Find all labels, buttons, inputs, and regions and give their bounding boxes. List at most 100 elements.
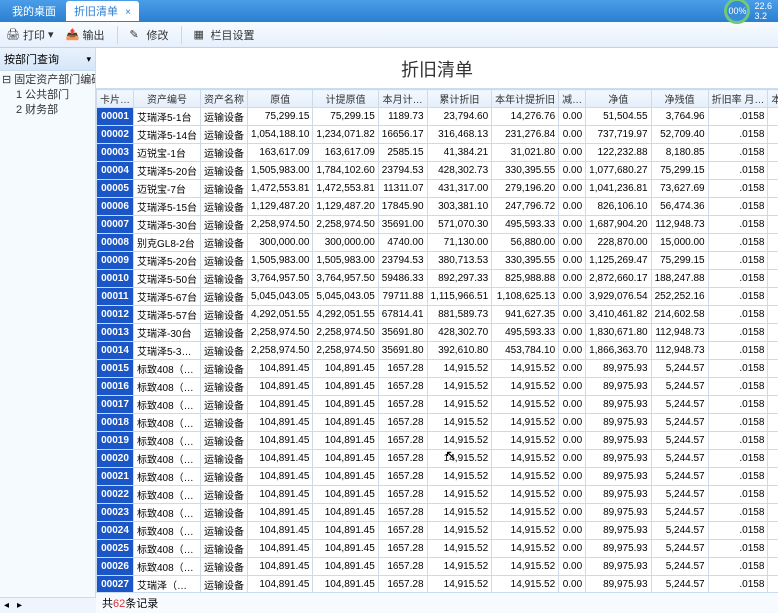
cell: 89,975.93 — [586, 468, 651, 486]
cell: 00007 — [97, 216, 134, 234]
cell: 0.00 — [559, 270, 586, 288]
table-row[interactable]: 00011艾瑞泽5-67台运输设备5,045,043.055,045,043.0… — [97, 288, 778, 306]
cell: 00003 — [97, 144, 134, 162]
cell: 0 — [768, 306, 778, 324]
column-header[interactable]: 本… — [768, 90, 778, 108]
table-row[interactable]: 00010艾瑞泽5-50台运输设备3,764,957.503,764,957.5… — [97, 270, 778, 288]
column-header[interactable]: 折旧率 月… — [708, 90, 768, 108]
table-row[interactable]: 00001艾瑞泽5-1台运输设备75,299.1575,299.151189.7… — [97, 108, 778, 126]
table-row[interactable]: 00003迈锐宝-1台运输设备163,617.09163,617.092585.… — [97, 144, 778, 162]
table-row[interactable]: 00018标致408（…运输设备104,891.45104,891.451657… — [97, 414, 778, 432]
table-row[interactable]: 00025标致408（…运输设备104,891.45104,891.451657… — [97, 540, 778, 558]
export-button[interactable]: 📤 输出 — [66, 27, 105, 43]
table-row[interactable]: 00004艾瑞泽5-20台运输设备1,505,983.001,784,102.6… — [97, 162, 778, 180]
cell: 00023 — [97, 504, 134, 522]
column-header[interactable]: 累计折旧 — [427, 90, 492, 108]
cell: 104,891.45 — [248, 504, 313, 522]
cell: 00021 — [97, 468, 134, 486]
tab-active[interactable]: 折旧清单 × — [66, 1, 139, 21]
column-header[interactable]: 净值 — [586, 90, 651, 108]
cell: 1,472,553.81 — [248, 180, 313, 198]
cell: .0158 — [708, 540, 768, 558]
cell: 1,830,671.80 — [586, 324, 651, 342]
column-header[interactable]: 减… — [559, 90, 586, 108]
cell: 0.00 — [559, 324, 586, 342]
cell: 228,870.00 — [586, 234, 651, 252]
cell: 运输设备 — [201, 360, 248, 378]
table-row[interactable]: 00027艾瑞泽（…运输设备104,891.45104,891.451657.2… — [97, 576, 778, 593]
table-row[interactable]: 00002艾瑞泽5-14台运输设备1,054,188.101,234,071.8… — [97, 126, 778, 144]
cell: 14,915.52 — [492, 378, 559, 396]
column-header[interactable]: 卡片… — [97, 90, 134, 108]
close-icon[interactable]: × — [125, 7, 131, 18]
cell: .0158 — [708, 234, 768, 252]
table-row[interactable]: 00009艾瑞泽5-20台运输设备1,505,983.001,505,983.0… — [97, 252, 778, 270]
table-row[interactable]: 00013艾瑞泽-30台运输设备2,258,974.502,258,974.50… — [97, 324, 778, 342]
column-header[interactable]: 本年计提折旧 — [492, 90, 559, 108]
cell: 14,915.52 — [427, 450, 492, 468]
print-button[interactable]: 🖨 打印▾ — [6, 27, 54, 43]
printer-icon: 🖨 — [6, 28, 20, 42]
cell: 00017 — [97, 396, 134, 414]
table-row[interactable]: 00022标致408（…运输设备104,891.45104,891.451657… — [97, 486, 778, 504]
cell: 330,395.55 — [492, 252, 559, 270]
table-row[interactable]: 00026标致408（…运输设备104,891.45104,891.451657… — [97, 558, 778, 576]
cell: 23,794.60 — [427, 108, 492, 126]
cell: 艾瑞泽5-3… — [134, 342, 201, 360]
cell: 826,106.10 — [586, 198, 651, 216]
table-row[interactable]: 00020标致408（…运输设备104,891.45104,891.451657… — [97, 450, 778, 468]
cell: 运输设备 — [201, 468, 248, 486]
cell: 0 — [768, 378, 778, 396]
chevron-down-icon[interactable]: ▾ — [86, 54, 91, 65]
table-row[interactable]: 00021标致408（…运输设备104,891.45104,891.451657… — [97, 468, 778, 486]
cell: 00006 — [97, 198, 134, 216]
tree-child-2[interactable]: 2 财务部 — [2, 103, 93, 118]
cell: 标致408（… — [134, 432, 201, 450]
table-row[interactable]: 00005迈锐宝-7台运输设备1,472,553.811,472,553.811… — [97, 180, 778, 198]
cell: .0158 — [708, 396, 768, 414]
table-scroll[interactable]: 卡片…资产编号资产名称原值计提原值本月计…累计折旧本年计提折旧减…净值净残值折旧… — [96, 88, 778, 592]
tab-home[interactable]: 我的桌面 — [4, 1, 64, 21]
cell: 104,891.45 — [248, 414, 313, 432]
cell: 104,891.45 — [248, 558, 313, 576]
cell: 1,866,363.70 — [586, 342, 651, 360]
tab-prev[interactable]: ◂ — [0, 600, 13, 611]
cell: 00022 — [97, 486, 134, 504]
tree-root[interactable]: ⊟ 固定资产部门编码目录 — [2, 73, 93, 88]
columns-button[interactable]: ▦ 栏目设置 — [194, 27, 255, 43]
table-row[interactable]: 00016标致408（…运输设备104,891.45104,891.451657… — [97, 378, 778, 396]
column-header[interactable]: 资产编号 — [134, 90, 201, 108]
cell: 运输设备 — [201, 540, 248, 558]
table-row[interactable]: 00014艾瑞泽5-3…运输设备2,258,974.502,258,974.50… — [97, 342, 778, 360]
column-header[interactable]: 本月计… — [378, 90, 427, 108]
table-row[interactable]: 00008别克GL8-2台运输设备300,000.00300,000.00474… — [97, 234, 778, 252]
cell: 00016 — [97, 378, 134, 396]
table-row[interactable]: 00024标致408（…运输设备104,891.45104,891.451657… — [97, 522, 778, 540]
table-row[interactable]: 00007艾瑞泽5-30台运输设备2,258,974.502,258,974.5… — [97, 216, 778, 234]
cell: .0158 — [708, 450, 768, 468]
table-row[interactable]: 00019标致408（…运输设备104,891.45104,891.451657… — [97, 432, 778, 450]
table-row[interactable]: 00006艾瑞泽5-15台运输设备1,129,487.201,129,487.2… — [97, 198, 778, 216]
column-header[interactable]: 计提原值 — [313, 90, 378, 108]
cell: 1,108,625.13 — [492, 288, 559, 306]
cell: 4740.00 — [378, 234, 427, 252]
sidebar-header[interactable]: 按部门查询 ▾ — [0, 48, 95, 71]
cell: 00027 — [97, 576, 134, 593]
table-row[interactable]: 00012艾瑞泽5-57台运输设备4,292,051.554,292,051.5… — [97, 306, 778, 324]
cell: 1,234,071.82 — [313, 126, 378, 144]
table-row[interactable]: 00017标致408（…运输设备104,891.45104,891.451657… — [97, 396, 778, 414]
tab-next[interactable]: ▸ — [13, 600, 26, 611]
column-header[interactable]: 原值 — [248, 90, 313, 108]
cell: 89,975.93 — [586, 450, 651, 468]
cell: 00026 — [97, 558, 134, 576]
table-row[interactable]: 00023标致408（…运输设备104,891.45104,891.451657… — [97, 504, 778, 522]
cell: .0158 — [708, 198, 768, 216]
table-row[interactable]: 00015标致408（…运输设备104,891.45104,891.451657… — [97, 360, 778, 378]
cell: 303,381.10 — [427, 198, 492, 216]
modify-button[interactable]: ✎ 修改 — [130, 27, 169, 43]
column-header[interactable]: 净残值 — [651, 90, 708, 108]
cell: 1,115,966.51 — [427, 288, 492, 306]
cell: 104,891.45 — [248, 432, 313, 450]
tree-child-1[interactable]: 1 公共部门 — [2, 88, 93, 103]
column-header[interactable]: 资产名称 — [201, 90, 248, 108]
